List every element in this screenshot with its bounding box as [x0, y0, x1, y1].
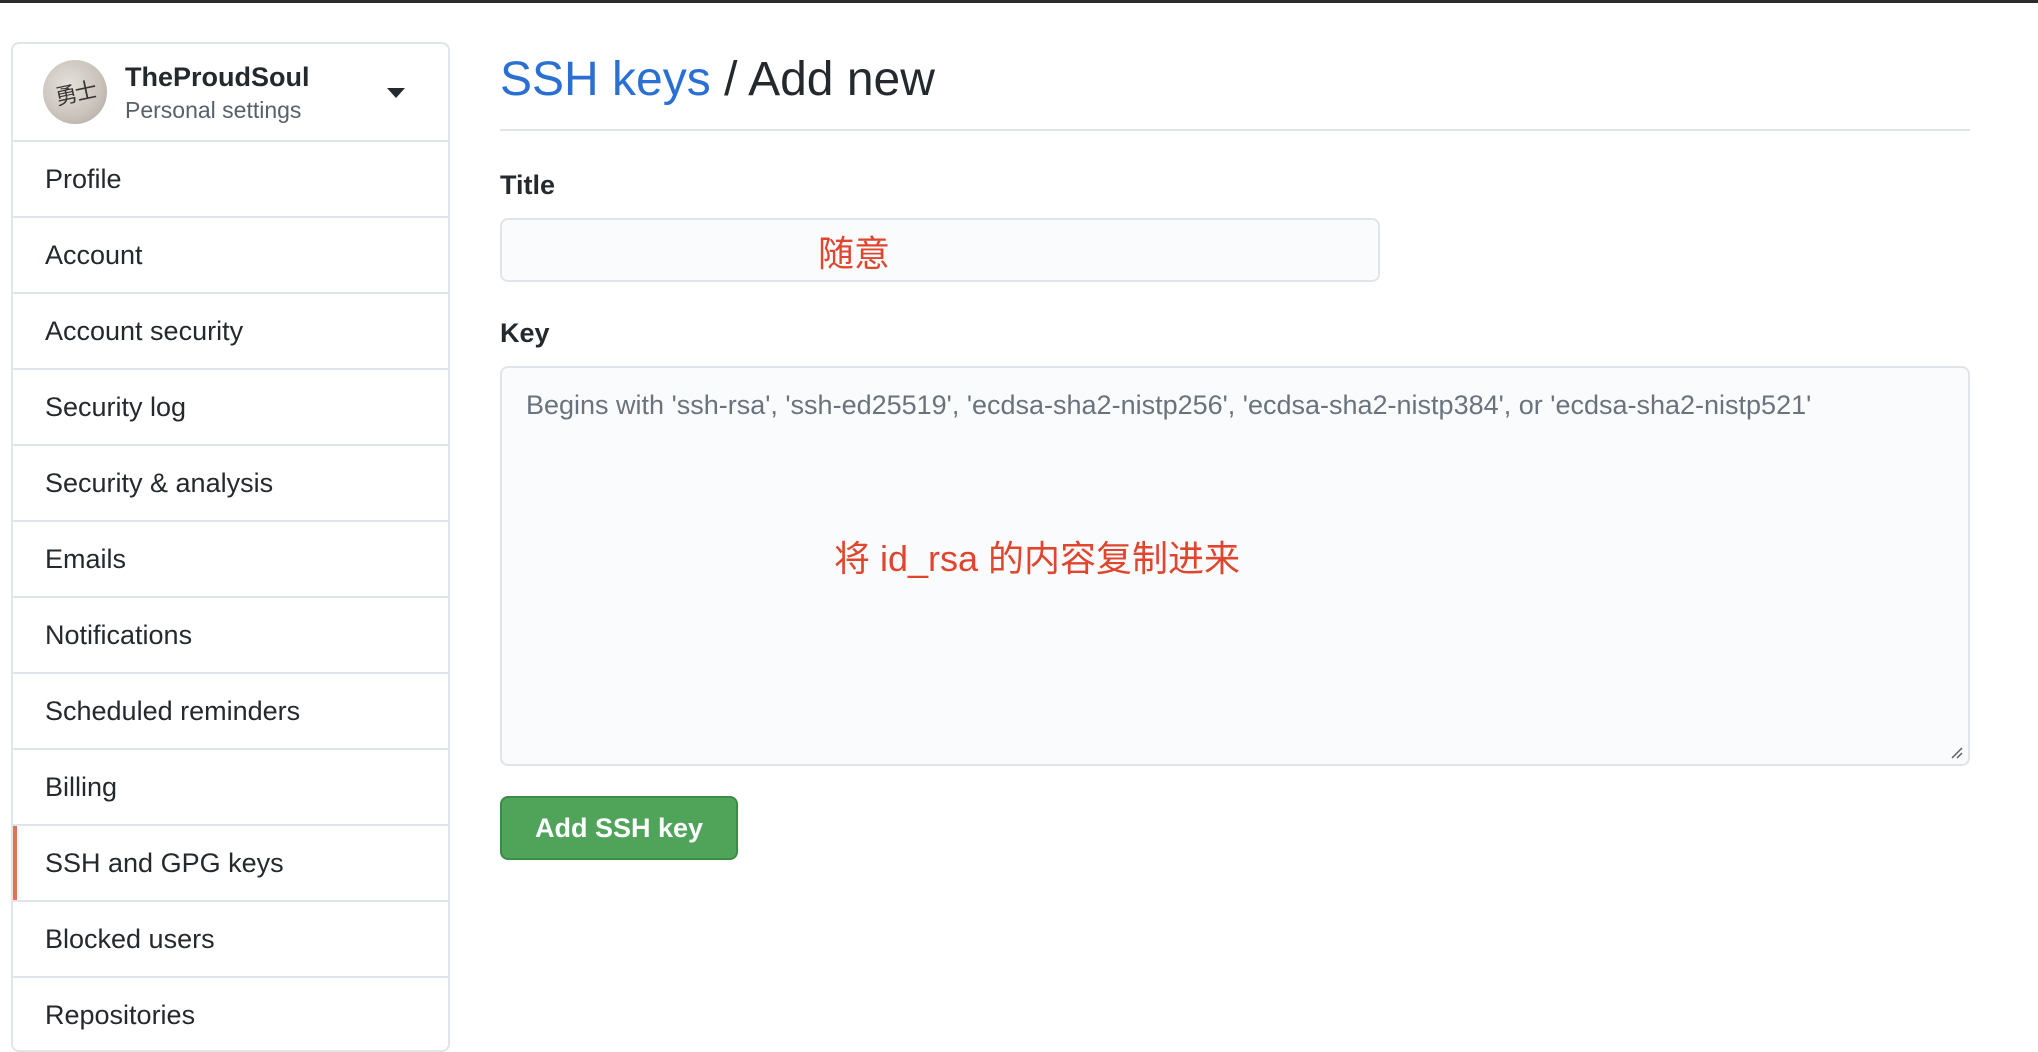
page-title: SSH keys / Add new — [500, 52, 935, 108]
title-annotation: 随意 — [818, 233, 891, 274]
sidebar-item-security-analysis[interactable]: Security & analysis — [13, 446, 448, 522]
sidebar-item-scheduled-reminders[interactable]: Scheduled reminders — [13, 674, 448, 750]
add-ssh-key-button[interactable]: Add SSH key — [500, 796, 738, 860]
settings-sidebar: 勇士 TheProudSoul Personal settings Profil… — [11, 42, 450, 1052]
sidebar-item-repositories[interactable]: Repositories — [13, 978, 448, 1050]
avatar-image: 勇士 — [53, 78, 98, 111]
sidebar-item-ssh-gpg-keys[interactable]: SSH and GPG keys — [13, 826, 448, 902]
sidebar-item-billing[interactable]: Billing — [13, 750, 448, 826]
key-label: Key — [500, 318, 550, 348]
account-username: TheProudSoul — [125, 62, 310, 92]
avatar: 勇士 — [43, 60, 107, 124]
title-label: Title — [500, 170, 556, 200]
sidebar-item-account[interactable]: Account — [13, 218, 448, 294]
chevron-down-icon[interactable] — [387, 88, 405, 98]
sidebar-item-blocked-users[interactable]: Blocked users — [13, 902, 448, 978]
sidebar-item-notifications[interactable]: Notifications — [13, 598, 448, 674]
breadcrumb-current: Add new — [748, 53, 935, 106]
key-placeholder: Begins with 'ssh-rsa', 'ssh-ed25519', 'e… — [526, 390, 1812, 420]
account-subtitle: Personal settings — [125, 97, 302, 123]
key-annotation: 将 id_rsa 的内容复制进来 — [834, 538, 1241, 579]
breadcrumb-separator: / — [710, 53, 749, 106]
title-divider — [500, 129, 1970, 131]
resize-handle-icon[interactable] — [1948, 744, 1964, 760]
title-input[interactable] — [500, 218, 1380, 282]
sidebar-item-profile[interactable]: Profile — [13, 142, 448, 218]
breadcrumb-ssh-keys-link[interactable]: SSH keys — [500, 53, 711, 106]
window-top-border — [0, 0, 2038, 3]
account-switcher[interactable]: 勇士 TheProudSoul Personal settings — [13, 44, 448, 142]
sidebar-item-security-log[interactable]: Security log — [13, 370, 448, 446]
sidebar-item-emails[interactable]: Emails — [13, 522, 448, 598]
sidebar-item-account-security[interactable]: Account security — [13, 294, 448, 370]
